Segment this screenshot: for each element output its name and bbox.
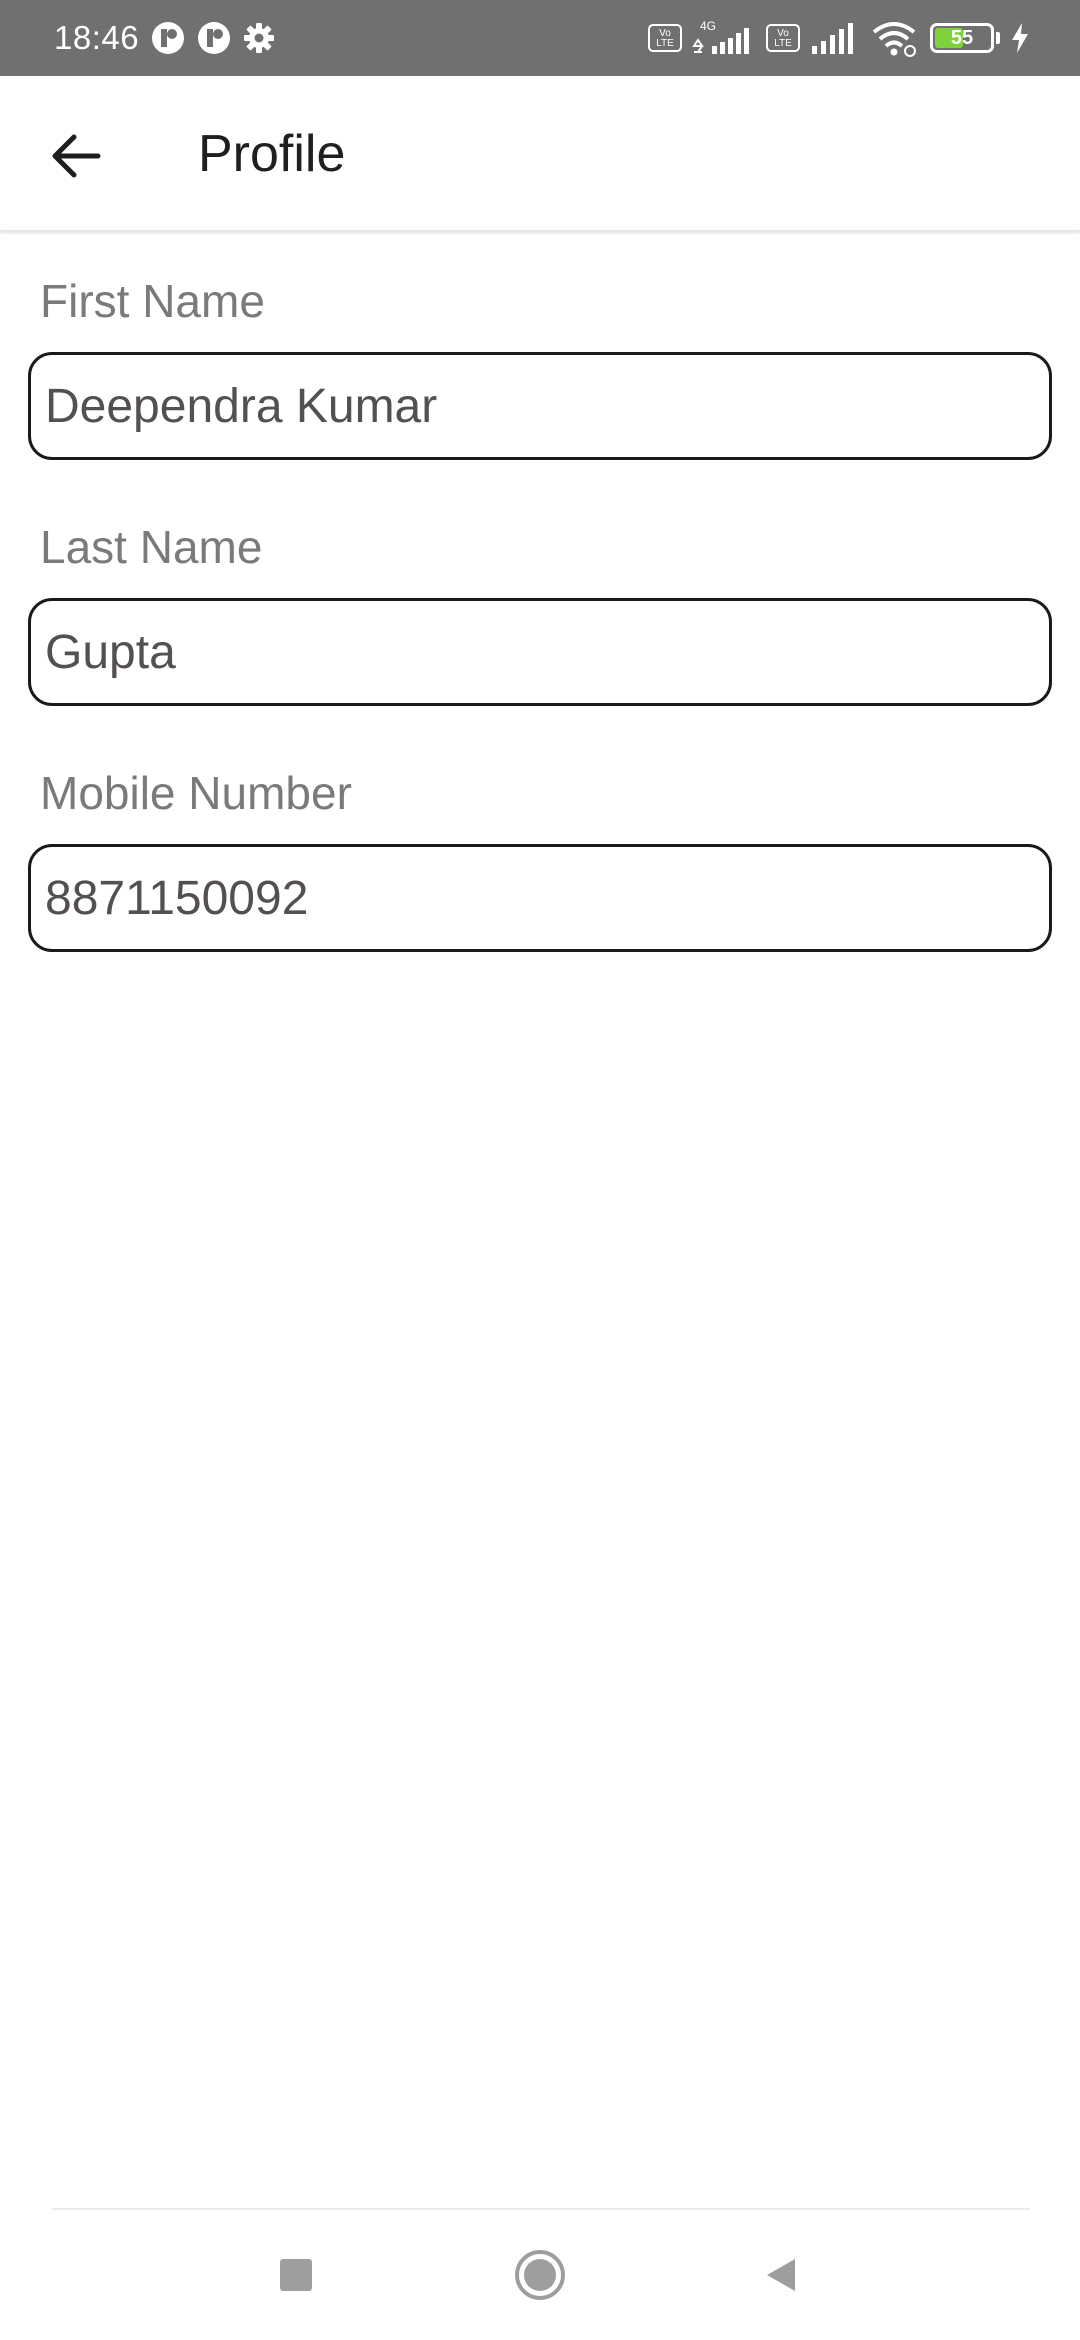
mobile-number-label: Mobile Number [40, 767, 352, 819]
app-bar: Profile [0, 76, 1080, 231]
first-name-field: First Name [28, 270, 1052, 460]
nav-back-button[interactable] [746, 2240, 816, 2310]
recents-button[interactable] [261, 2240, 331, 2310]
status-bar: 18:46 Vo LTE 4G Vo LTE 55 [0, 0, 1080, 76]
profile-form: First Name Last Name Mobile Number [28, 270, 1052, 952]
arrow-left-icon [52, 134, 101, 178]
last-name-input[interactable] [28, 598, 1052, 706]
volte-icon: Vo LTE [648, 24, 682, 52]
status-time: 18:46 [54, 19, 140, 56]
last-name-label: Last Name [40, 521, 263, 573]
battery-icon: 55 [930, 23, 1000, 53]
navigation-bar [0, 2210, 1080, 2340]
charging-bolt-icon [1010, 22, 1030, 54]
last-name-field: Last Name [28, 516, 1052, 706]
signal-4g-icon: 4G [692, 18, 756, 58]
back-button[interactable] [36, 116, 116, 196]
settings-gear-icon [243, 22, 275, 54]
home-circle-icon [515, 2250, 565, 2300]
app-notification-icon [197, 21, 231, 55]
first-name-label: First Name [40, 275, 265, 327]
first-name-input[interactable] [28, 352, 1052, 460]
volte-icon: Vo LTE [766, 24, 800, 52]
recents-square-icon [280, 2259, 312, 2291]
mobile-number-input[interactable] [28, 844, 1052, 952]
svg-text:4G: 4G [700, 19, 716, 33]
home-button[interactable] [505, 2240, 575, 2310]
signal-icon [810, 20, 860, 56]
wifi-icon [870, 18, 920, 58]
app-notification-icon [151, 21, 185, 55]
back-triangle-icon [767, 2259, 795, 2291]
page-title: Profile [198, 124, 346, 183]
mobile-number-field: Mobile Number [28, 762, 1052, 952]
